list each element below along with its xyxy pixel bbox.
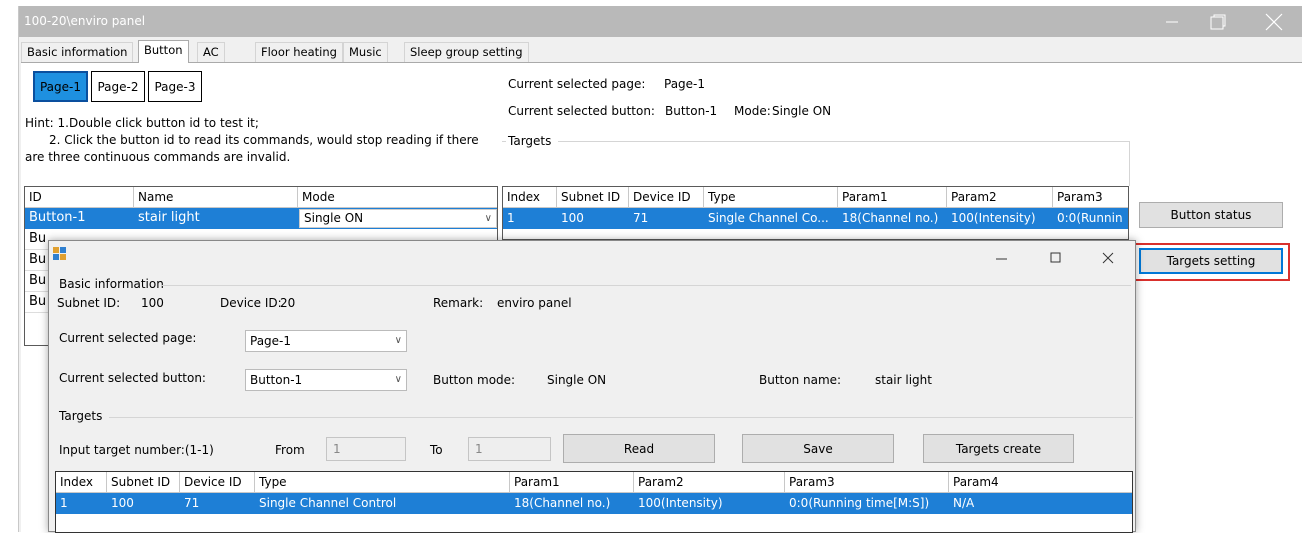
to-input[interactable]: 1: [468, 437, 551, 461]
table-header: ID Name Mode: [25, 187, 497, 208]
column-header[interactable]: Type: [704, 187, 838, 208]
column-header[interactable]: Param1: [838, 187, 947, 208]
subnet-id-value: 100: [141, 296, 164, 310]
mode-value: Single ON: [772, 104, 832, 118]
button-mode-label: Button mode:: [433, 373, 516, 387]
targets-setting-button[interactable]: Targets setting: [1139, 248, 1283, 274]
device-id-value: 20: [280, 296, 296, 310]
column-header[interactable]: Subnet ID: [557, 187, 629, 208]
dialog-close-button[interactable]: [1101, 251, 1115, 268]
column-header[interactable]: Subnet ID: [107, 472, 180, 493]
tab-music[interactable]: Music: [343, 42, 388, 62]
remark-value: enviro panel: [497, 296, 572, 310]
button-select[interactable]: Button-1 ∨: [245, 369, 407, 391]
minimize-icon: [996, 258, 1007, 260]
current-page-label: Current selected page:: [59, 331, 197, 345]
tab-strip: Basic information Button AC Floor heatin…: [19, 40, 539, 63]
button-name-value: stair light: [875, 373, 932, 387]
tab-sleep-group-setting[interactable]: Sleep group setting: [404, 42, 529, 62]
dialog-targets-table: Index Subnet ID Device ID Type Param1 Pa…: [55, 471, 1133, 533]
targets-group-label: Targets: [508, 134, 552, 148]
column-header[interactable]: Device ID: [629, 187, 704, 208]
column-header[interactable]: Mode: [298, 187, 497, 208]
subnet-id-label: Subnet ID:: [57, 296, 121, 310]
read-button[interactable]: Read: [563, 434, 715, 463]
chevron-down-icon: ∨: [394, 374, 402, 385]
button-mode-value: Single ON: [547, 373, 607, 387]
column-header[interactable]: ID: [25, 187, 134, 208]
save-button[interactable]: Save: [742, 434, 894, 463]
mode-label: Mode:: [734, 104, 771, 118]
column-header[interactable]: Param4: [949, 472, 1132, 493]
close-button[interactable]: [1251, 6, 1297, 37]
app-icon: [53, 247, 67, 261]
remark-label: Remark:: [433, 296, 484, 310]
targets-create-button[interactable]: Targets create: [923, 434, 1074, 463]
tab-button[interactable]: Button: [138, 40, 189, 63]
to-label: To: [430, 443, 443, 457]
column-header[interactable]: Index: [503, 187, 557, 208]
title-bar: 100-20\enviro panel: [19, 6, 1302, 37]
column-header[interactable]: Type: [255, 472, 510, 493]
tab-floor-heating[interactable]: Floor heating: [255, 42, 343, 62]
page-1-button[interactable]: Page-1: [33, 71, 88, 102]
hint-line-2: 2. Click the button id to read its comma…: [49, 133, 479, 147]
column-header[interactable]: Param2: [634, 472, 785, 493]
from-input[interactable]: 1: [326, 437, 406, 461]
page-2-button[interactable]: Page-2: [91, 71, 145, 102]
current-button-label: Current selected button:: [508, 104, 655, 118]
tab-basic-information[interactable]: Basic information: [21, 42, 134, 62]
maximize-button[interactable]: [1195, 6, 1241, 37]
column-header[interactable]: Device ID: [180, 472, 255, 493]
basic-info-group-label: Basic information: [59, 277, 164, 291]
page-select[interactable]: Page-1 ∨: [245, 330, 407, 352]
close-icon: [1265, 13, 1283, 30]
column-header[interactable]: Param3: [785, 472, 949, 493]
targets-setting-dialog: Basic information Subnet ID: 100 Device …: [48, 240, 1136, 533]
dialog-minimize-button[interactable]: [995, 251, 1009, 268]
input-target-number-label: Input target number:(1-1): [59, 443, 214, 457]
window-title: 100-20\enviro panel: [24, 14, 146, 28]
column-header[interactable]: Param1: [510, 472, 634, 493]
current-page-label: Current selected page:: [508, 77, 646, 91]
column-header[interactable]: Index: [56, 472, 107, 493]
mode-select[interactable]: Single ON ∨: [299, 209, 497, 228]
minimize-icon: [1166, 21, 1178, 22]
table-row[interactable]: 1 100 71 Single Channel Co... 18(Channel…: [503, 208, 1128, 229]
button-status-button[interactable]: Button status: [1139, 202, 1283, 228]
current-page-value: Page-1: [664, 77, 706, 91]
close-icon: [1102, 252, 1114, 264]
from-label: From: [275, 443, 305, 457]
targets-table: Index Subnet ID Device ID Type Param1 Pa…: [502, 186, 1129, 240]
restore-icon: [1210, 14, 1226, 29]
targets-group-label: Targets: [59, 409, 103, 423]
current-button-value: Button-1: [665, 104, 718, 118]
hint-line-3: are three continuous commands are invali…: [25, 150, 291, 164]
column-header[interactable]: Param2: [947, 187, 1053, 208]
current-button-label: Current selected button:: [59, 371, 206, 385]
chevron-down-icon: ∨: [394, 335, 402, 346]
chevron-down-icon: ∨: [484, 213, 492, 224]
minimize-button[interactable]: [1149, 6, 1195, 37]
dialog-maximize-button[interactable]: [1049, 251, 1063, 268]
table-header: Index Subnet ID Device ID Type Param1 Pa…: [56, 472, 1132, 493]
tab-ac[interactable]: AC: [197, 42, 225, 62]
table-header: Index Subnet ID Device ID Type Param1 Pa…: [503, 187, 1128, 208]
column-header[interactable]: Param3: [1053, 187, 1128, 208]
page-3-button[interactable]: Page-3: [148, 71, 202, 102]
button-name-label: Button name:: [759, 373, 842, 387]
column-header[interactable]: Name: [134, 187, 298, 208]
table-row[interactable]: 1 100 71 Single Channel Control 18(Chann…: [56, 493, 1132, 514]
device-id-label: Device ID:: [220, 296, 282, 310]
hint-line-1: Hint: 1.Double click button id to test i…: [25, 116, 259, 130]
maximize-icon: [1050, 252, 1061, 263]
